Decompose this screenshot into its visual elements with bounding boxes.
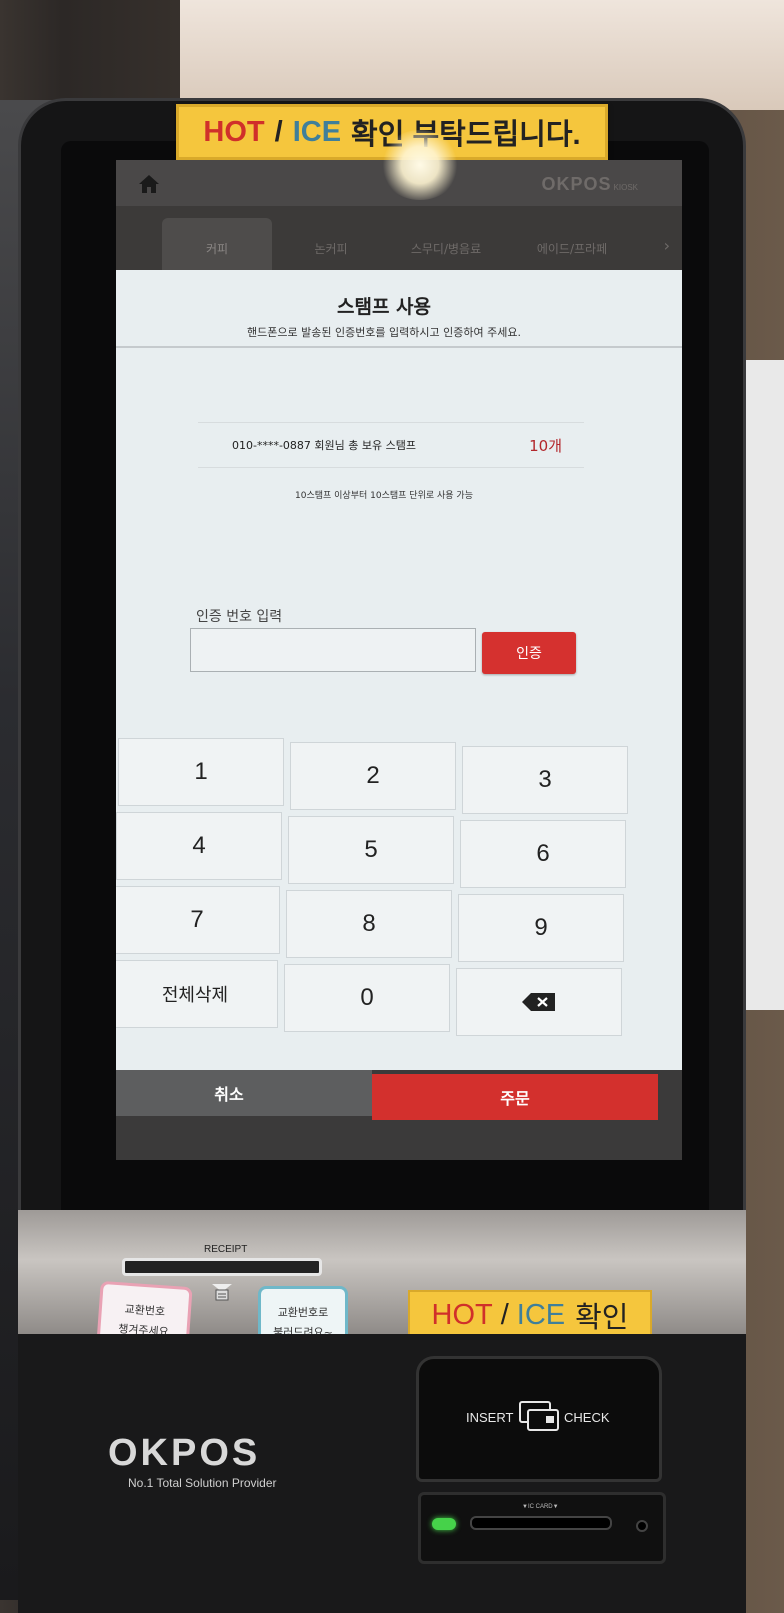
panel-header: 스탬프 사용 핸드폰으로 발송된 인증번호를 입력하시고 인증하여 주세요.: [116, 270, 682, 348]
receipt-label: RECEIPT: [204, 1244, 248, 1255]
stamp-panel: 스탬프 사용 핸드폰으로 발송된 인증번호를 입력하시고 인증하여 주세요. 0…: [116, 270, 682, 1070]
status-led: [432, 1518, 456, 1530]
stamp-summary: 010-****-0887 회원님 총 보유 스탬프 10개: [198, 422, 584, 468]
ic-card-slot[interactable]: [470, 1516, 612, 1530]
bottom-sticker-text: 확인: [575, 1302, 629, 1334]
key-2[interactable]: 2: [290, 742, 456, 810]
receipt-icon: [212, 1284, 232, 1301]
receipt-slot: [122, 1258, 322, 1276]
bottom-sticker-slash: /: [500, 1298, 509, 1331]
key-6[interactable]: 6: [460, 820, 626, 888]
okpos-logo: OKPOS: [108, 1432, 261, 1474]
key-5[interactable]: 5: [288, 816, 454, 884]
light-glare: [380, 130, 460, 200]
category-tabs: 커피 논커피 스무디/병음료 에이드/프라페 ›: [116, 206, 682, 270]
stamp-label: 010-****-0887 회원님 총 보유 스탬프: [232, 439, 416, 452]
tagline: No.1 Total Solution Provider: [128, 1476, 277, 1490]
sticker-ice: ICE: [292, 115, 342, 148]
key-7[interactable]: 7: [116, 886, 280, 954]
tab-noncoffee[interactable]: 논커피: [286, 218, 376, 270]
home-icon[interactable]: [138, 174, 160, 194]
insert-label: INSERT: [466, 1410, 514, 1425]
stamp-note: 10스탬프 이상부터 10스탬프 단위로 사용 가능: [295, 491, 473, 501]
key-1[interactable]: 1: [118, 738, 284, 806]
card-icon: [519, 1401, 559, 1431]
key-4[interactable]: 4: [116, 812, 282, 880]
key-9[interactable]: 9: [458, 894, 624, 962]
page-subtitle: 핸드폰으로 발송된 인증번호를 입력하시고 인증하여 주세요.: [247, 326, 521, 339]
bottom-sticker: HOT / ICE 확인: [408, 1290, 652, 1340]
ic-card-label: ▼IC CARD▼: [522, 1504, 559, 1510]
stamp-count: 10개: [529, 437, 562, 455]
number-keypad: 1 2 3 4 5 6 7 8 9 전체삭제 0: [116, 738, 648, 1038]
action-bar: 취소 주문: [116, 1070, 682, 1120]
chevron-right-icon[interactable]: ›: [664, 236, 670, 255]
sticker-slash: /: [274, 115, 283, 148]
bottom-sticker-hot: HOT: [431, 1298, 493, 1331]
bottom-sticker-ice: ICE: [516, 1298, 566, 1331]
brand-sub: KIOSK: [613, 183, 638, 192]
ceiling: [180, 0, 784, 110]
brand-name: OKPOS: [541, 174, 612, 194]
check-label: CHECK: [564, 1410, 610, 1425]
auth-label: 인증 번호 입력: [196, 609, 283, 625]
brand-logo: OKPOS KIOSK: [542, 174, 638, 195]
note-right-line1: 교환번호로: [277, 1306, 329, 1319]
ic-hole: [636, 1520, 648, 1532]
key-0[interactable]: 0: [284, 964, 450, 1032]
tab-smoothie[interactable]: 스무디/병음료: [388, 218, 504, 270]
key-8[interactable]: 8: [286, 890, 452, 958]
backspace-button[interactable]: [456, 968, 622, 1036]
kiosk-screen: OKPOS KIOSK 커피 논커피 스무디/병음료 에이드/프라페 › 스탬프 …: [116, 160, 682, 1160]
backspace-icon: [522, 993, 555, 1011]
order-button[interactable]: 주문: [372, 1074, 658, 1120]
page-title: 스탬프 사용: [336, 296, 431, 318]
auth-button[interactable]: 인증: [482, 632, 576, 674]
clear-all-button[interactable]: 전체삭제: [116, 960, 278, 1028]
tab-coffee[interactable]: 커피: [162, 218, 272, 270]
auth-code-input[interactable]: [190, 628, 476, 672]
sticker-hot: HOT: [203, 115, 265, 148]
cancel-button[interactable]: 취소: [116, 1070, 372, 1116]
tab-ade[interactable]: 에이드/프라페: [514, 218, 630, 270]
key-3[interactable]: 3: [462, 746, 628, 814]
